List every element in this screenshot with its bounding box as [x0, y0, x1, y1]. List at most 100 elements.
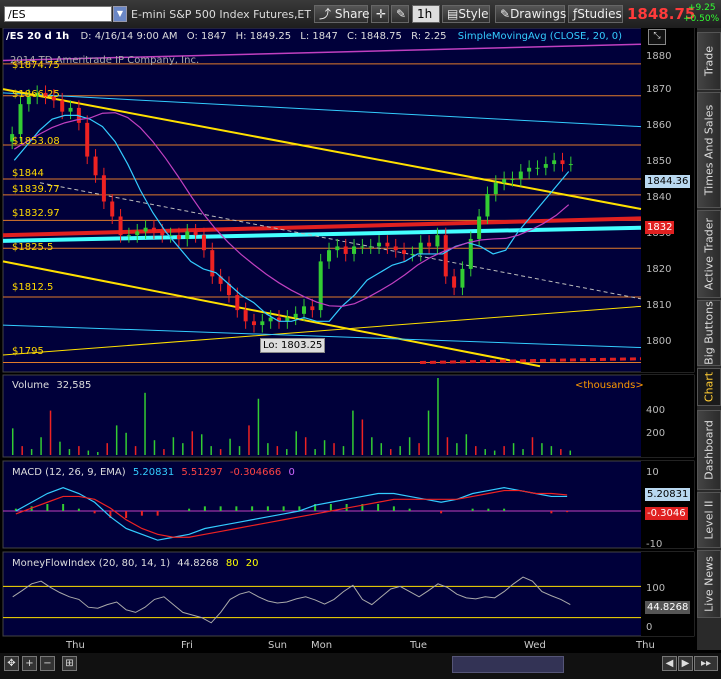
candle-body — [302, 306, 307, 314]
candle-body — [377, 242, 382, 247]
tab-label: Chart — [702, 371, 716, 403]
tab-label: Level II — [702, 500, 716, 540]
drawings-button[interactable]: ✎Drawings — [495, 5, 566, 23]
volume-header: Volume 32,585 — [12, 380, 91, 391]
tab-live-news[interactable]: Live News — [697, 550, 721, 618]
mfi-value-tag: 44.8268 — [645, 601, 691, 614]
candle-body — [143, 227, 148, 232]
candle-body — [176, 235, 181, 239]
share-label: Share — [334, 7, 370, 21]
collapse-icon[interactable]: ⤡ — [648, 29, 666, 45]
style-button[interactable]: ▤Style — [442, 5, 490, 23]
bar-date: D: 4/16/14 9:00 AM — [80, 31, 178, 42]
price-tick: 1840 — [646, 192, 672, 203]
bar-range: R: 2.25 — [411, 31, 447, 42]
percent-change: +0.50% — [683, 14, 720, 24]
level-label: $1839.77 — [12, 184, 60, 195]
volume-tick: 400 — [646, 405, 666, 416]
scroll-left-icon[interactable]: ◀ — [662, 656, 677, 671]
tab-times-and-sales[interactable]: Times And Sales — [697, 92, 721, 208]
ma-tag: 1832 — [645, 221, 675, 234]
volume-units: <thousands> — [575, 380, 644, 391]
crosshair-tool-button[interactable]: ✛ — [371, 5, 389, 23]
expand-icon[interactable]: ▸▸ — [694, 656, 718, 671]
tools-button[interactable]: ✎ — [391, 5, 409, 23]
macd-value-tag: 5.20831 — [645, 488, 691, 501]
price-tick: 1860 — [646, 120, 672, 131]
crosshair-icon: ✛ — [376, 7, 387, 21]
study-label[interactable]: SimpleMovingAvg (CLOSE, 20, 0) — [458, 31, 622, 42]
tab-big-buttons[interactable]: Big Buttons — [697, 300, 721, 366]
pan-icon[interactable]: ✥ — [4, 656, 19, 671]
volume-title: Volume — [12, 380, 50, 391]
symbol-input[interactable]: /ES — [4, 6, 112, 22]
candle-body — [552, 160, 557, 165]
tab-label: Dashboard — [702, 420, 716, 480]
studies-button[interactable]: ƒStudies — [568, 5, 623, 23]
candle-body — [268, 317, 273, 322]
tab-label: Live News — [702, 556, 716, 612]
candle-body — [235, 295, 240, 311]
price-tick: 1810 — [646, 300, 672, 311]
level-label: $1866.25 — [12, 89, 60, 100]
macd-title: MACD (12, 26, 9, EMA) — [12, 467, 126, 478]
price-tick: 1820 — [646, 264, 672, 275]
candle-body — [201, 235, 206, 251]
candle-body — [443, 235, 448, 277]
x-axis-label: Mon — [311, 640, 333, 651]
candle-body — [327, 250, 332, 262]
candle-body — [101, 175, 106, 202]
candle-body — [493, 182, 498, 195]
zoom-box-icon[interactable]: ⊞ — [62, 656, 77, 671]
mfi-tick: 100 — [646, 583, 666, 594]
instrument-description: E-mini S&P 500 Index Futures,ET... — [131, 8, 311, 21]
level-label: $1825.5 — [12, 242, 54, 253]
x-axis-label: Tue — [410, 640, 428, 651]
tab-dashboard[interactable]: Dashboard — [697, 410, 721, 490]
candle-body — [560, 160, 565, 165]
zoom-in-icon[interactable]: + — [22, 656, 37, 671]
price-header: /ES 20 d 1h D: 4/16/14 9:00 AM O: 1847 H… — [6, 31, 622, 42]
scroll-right-icon[interactable]: ▶ — [678, 656, 693, 671]
macd-diff: -0.304666 — [229, 467, 282, 478]
candle-body — [510, 179, 515, 181]
candle-body — [502, 179, 507, 183]
studies-label: Studies — [577, 7, 622, 21]
candle-body — [543, 164, 548, 168]
level-label: $1795 — [12, 346, 44, 357]
macd-value: 5.20831 — [132, 467, 175, 478]
style-icon: ▤ — [447, 7, 459, 21]
candle-body — [243, 310, 248, 322]
tab-active-trader[interactable]: Active Trader — [697, 210, 721, 298]
candle-body — [385, 242, 390, 247]
x-axis-label: Thu — [66, 640, 85, 651]
level-label: $1874.75 — [12, 60, 60, 71]
low-callout: Lo: 1803.25 — [260, 338, 326, 353]
tab-chart[interactable]: Chart — [697, 368, 721, 406]
macd-header: MACD (12, 26, 9, EMA) 5.20831 5.51297 -0… — [12, 467, 295, 478]
candle-body — [535, 167, 540, 169]
bar-low: L: 1847 — [300, 31, 338, 42]
tab-level-ii[interactable]: Level II — [697, 492, 721, 548]
side-tab-strip: Trade Times And Sales Active Trader Big … — [697, 28, 721, 650]
zoom-out-icon[interactable]: − — [40, 656, 55, 671]
symbol-dropdown-button[interactable]: ▼ — [113, 6, 127, 22]
share-icon: ⤴ — [319, 7, 332, 21]
volume-value: 32,585 — [56, 380, 92, 391]
mfi-overbought: 80 — [225, 558, 239, 569]
tab-trade[interactable]: Trade — [697, 32, 721, 90]
candle-body — [410, 253, 415, 255]
tab-label: Trade — [702, 45, 716, 77]
candle-body — [360, 246, 365, 248]
mfi-title: MoneyFlowIndex (20, 80, 14, 1) — [12, 558, 171, 569]
x-axis-label: Wed — [524, 640, 546, 651]
candle-body — [126, 235, 131, 237]
level-label: $1812.5 — [12, 282, 54, 293]
candle-body — [310, 306, 315, 311]
interval-button[interactable]: 1h — [412, 5, 440, 23]
share-button[interactable]: ⤴ Share — [314, 5, 370, 23]
price-tick: 1870 — [646, 84, 672, 95]
scroll-thumb[interactable] — [452, 656, 564, 673]
candle-body — [251, 321, 256, 326]
mfi-oversold: 20 — [245, 558, 259, 569]
